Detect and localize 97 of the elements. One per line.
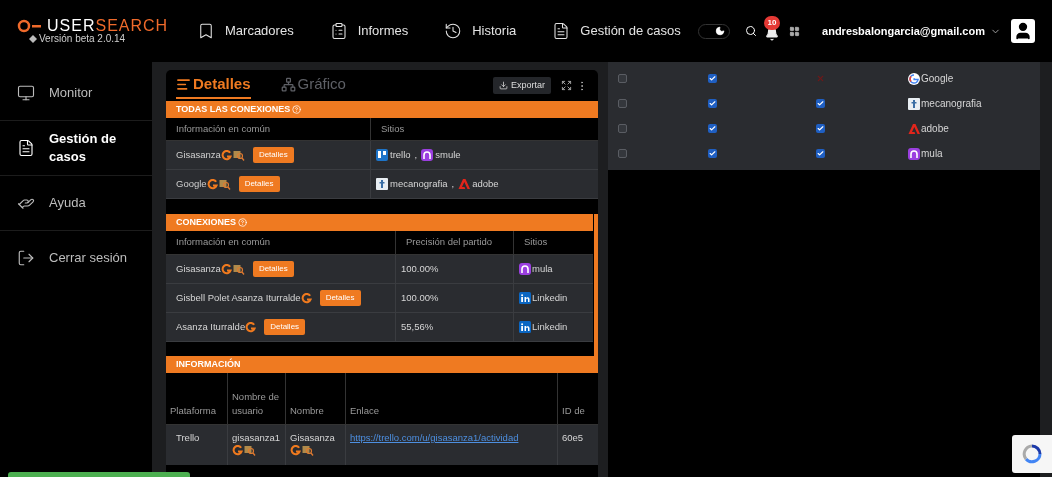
logo-text: SEARCH <box>95 17 169 34</box>
sidebar-item[interactable]: Ayuda <box>0 176 152 230</box>
search-document-icon <box>232 149 245 161</box>
checkbox[interactable] <box>816 99 825 108</box>
separator-text: , <box>451 176 455 191</box>
cell-text: Gisasanza <box>290 431 335 445</box>
account-menu[interactable]: andresbalongarcia@gmail.com <box>822 22 1001 40</box>
logo-icon <box>17 19 43 33</box>
cell-text: Gisasanza <box>176 261 221 276</box>
google-g-icon <box>206 178 218 190</box>
site-name: mula <box>921 147 943 161</box>
site-name: adobe <box>472 176 499 191</box>
download-icon <box>499 81 508 90</box>
search-document-icon <box>218 178 231 190</box>
smule-icon <box>421 149 434 161</box>
checkbox[interactable] <box>618 74 627 83</box>
checkbox[interactable] <box>618 99 627 108</box>
bell-icon[interactable] <box>765 27 780 41</box>
export-button[interactable]: Exportar <box>493 77 551 94</box>
section-title: INFORMACIÓN <box>176 357 241 371</box>
checkbox[interactable] <box>816 149 825 158</box>
nav-link[interactable]: Gestión de casos <box>552 21 681 41</box>
google-g-icon <box>300 292 312 304</box>
cell-text: Google <box>176 176 207 191</box>
site-name: trello <box>390 147 411 162</box>
adobe-icon <box>458 178 471 190</box>
adobe-icon <box>908 122 920 135</box>
history-icon <box>444 22 463 40</box>
cell-text: Asanza Iturralde <box>176 319 246 334</box>
sidebar-item[interactable]: Cerrar sesión <box>0 231 152 285</box>
separator-text: , <box>414 147 418 162</box>
user-icon <box>1013 21 1033 41</box>
site-name: Google <box>921 72 954 86</box>
clipboard-icon <box>329 22 348 40</box>
checkbox[interactable] <box>708 74 717 83</box>
smule-icon <box>519 263 531 275</box>
document-icon <box>552 22 571 40</box>
google-g-icon <box>290 445 301 457</box>
google-g-icon <box>232 445 243 457</box>
search-document-icon <box>244 445 256 457</box>
list-icon <box>176 77 191 92</box>
checkbox[interactable] <box>708 149 717 158</box>
site-name: mecanografia <box>921 97 982 111</box>
moon-icon <box>715 26 726 36</box>
google-g-icon <box>245 321 257 333</box>
avatar[interactable] <box>1011 19 1035 43</box>
section-title: TODAS LAS CONEXIONES <box>176 102 291 116</box>
checkbox[interactable] <box>618 149 627 158</box>
site-name: Linkedin <box>532 319 568 334</box>
checkbox[interactable] <box>708 99 717 108</box>
logo-text: USER <box>47 17 96 34</box>
table-cell: Trello <box>166 425 228 465</box>
site-name: adobe <box>921 122 949 136</box>
monitor-icon <box>17 84 35 102</box>
bookmark-icon <box>197 22 215 40</box>
tab[interactable]: Detalles <box>176 72 251 99</box>
document-icon <box>17 139 35 157</box>
google-g-icon <box>220 263 232 275</box>
search-document-icon <box>302 445 314 457</box>
door-exit-icon <box>17 249 35 267</box>
network-icon <box>280 77 296 92</box>
sidebar-item[interactable]: Monitor <box>0 66 152 120</box>
nav-link[interactable]: Historia <box>444 21 517 41</box>
apps-grid-icon[interactable] <box>789 25 801 37</box>
sidebar-item[interactable]: Gestión de casos <box>0 121 152 175</box>
linkedin-icon <box>519 292 531 304</box>
diamond-icon <box>29 35 37 43</box>
cell-text: gisasanza1 <box>232 431 281 445</box>
help-icon <box>238 218 247 227</box>
checkbox[interactable] <box>618 124 627 133</box>
table-cell: 100.00% <box>396 255 514 284</box>
site-name: mecanografia <box>390 176 448 191</box>
cell-text: Gisbell Polet Asanza Iturralde <box>176 290 301 305</box>
google-g-icon <box>220 149 232 161</box>
cell-text: Gisasanza <box>176 147 221 162</box>
section-title: CONEXIONES <box>176 215 236 229</box>
checkbox[interactable] <box>816 124 825 133</box>
table-cell: 55,56% <box>396 313 514 342</box>
version-label: Versión beta 2.0.14 <box>39 34 126 44</box>
help-icon <box>292 105 302 114</box>
nav-link[interactable]: Marcadores <box>197 21 294 41</box>
nav-link[interactable]: Informes <box>329 21 409 41</box>
search-icon[interactable] <box>745 25 758 37</box>
fullscreen-icon[interactable] <box>561 80 572 91</box>
linkedin-icon <box>519 321 531 333</box>
recaptcha-icon <box>1022 444 1042 464</box>
site-name: Linkedin <box>532 290 568 305</box>
trello-icon <box>376 149 388 161</box>
search-document-icon <box>232 263 245 275</box>
google-icon <box>908 72 920 85</box>
table-cell: 100.00% <box>396 284 514 313</box>
smule-icon <box>908 147 920 160</box>
site-name: smule <box>435 147 461 162</box>
table-cell: 60e5 <box>558 425 598 465</box>
checkbox[interactable] <box>708 124 717 133</box>
site-name: mula <box>532 261 553 276</box>
notification-badge: 10 <box>764 16 781 30</box>
